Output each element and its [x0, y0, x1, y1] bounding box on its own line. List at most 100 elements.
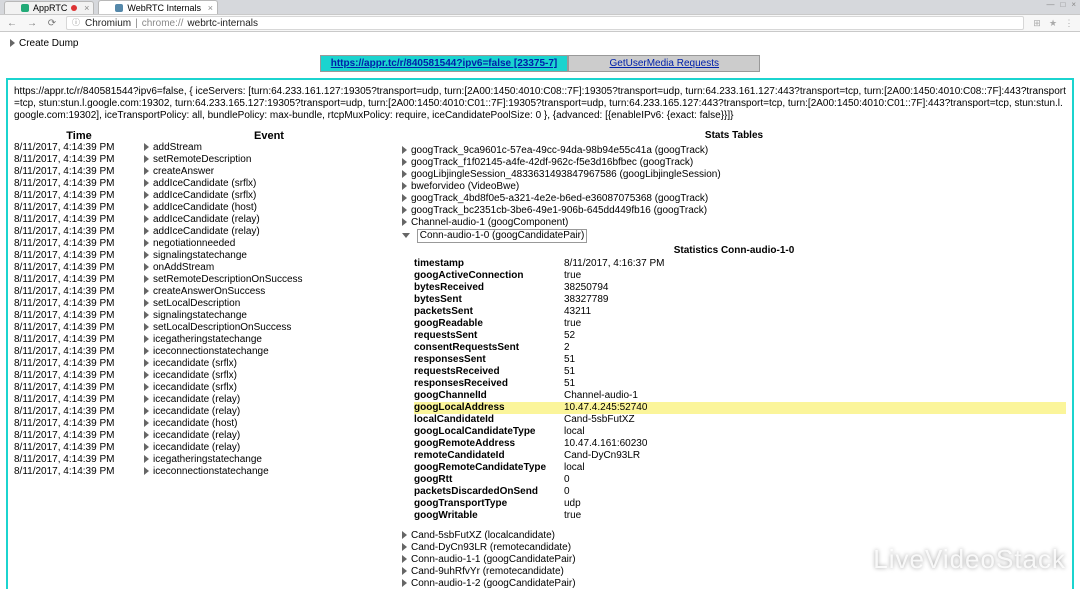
bookmark-icon[interactable]: ★ [1048, 18, 1058, 29]
stats-group[interactable]: googTrack_bc2351cb-3be6-49e1-906b-645dd4… [402, 205, 1066, 217]
getusermedia-tab[interactable]: GetUserMedia Requests [568, 55, 760, 72]
event-name: createAnswerOnSuccess [144, 286, 394, 298]
stats-value: 0 [564, 474, 1066, 486]
event-row[interactable]: 8/11/2017, 4:14:39 PMicegatheringstatech… [14, 454, 394, 466]
stats-kv-row: requestsReceived51 [414, 366, 1066, 378]
browser-tab-webrtc-internals[interactable]: WebRTC Internals × [98, 0, 218, 14]
triangle-right-icon [144, 143, 149, 151]
extension-icon[interactable]: ⊞ [1032, 18, 1042, 29]
create-dump-expander[interactable]: Create Dump [10, 38, 1074, 49]
event-time: 8/11/2017, 4:14:39 PM [14, 238, 144, 250]
stats-group[interactable]: googTrack_4bd8f0e5-a321-4e2e-b6ed-e36087… [402, 193, 1066, 205]
event-row[interactable]: 8/11/2017, 4:14:39 PMicecandidate (relay… [14, 406, 394, 418]
event-time: 8/11/2017, 4:14:39 PM [14, 142, 144, 154]
triangle-right-icon [144, 215, 149, 223]
stats-key: bytesSent [414, 294, 564, 306]
event-row[interactable]: 8/11/2017, 4:14:39 PMsetRemoteDescriptio… [14, 274, 394, 286]
triangle-right-icon [402, 543, 407, 551]
event-row[interactable]: 8/11/2017, 4:14:39 PMicegatheringstatech… [14, 334, 394, 346]
event-time: 8/11/2017, 4:14:39 PM [14, 190, 144, 202]
event-name: icecandidate (srflx) [144, 370, 394, 382]
event-name: setLocalDescriptionOnSuccess [144, 322, 394, 334]
stats-value: 38327789 [564, 294, 1066, 306]
event-row[interactable]: 8/11/2017, 4:14:39 PMaddIceCandidate (re… [14, 214, 394, 226]
stats-group[interactable]: googTrack_9ca9601c-57ea-49cc-94da-98b94e… [402, 145, 1066, 157]
reload-button[interactable]: ⟳ [46, 18, 58, 29]
event-time: 8/11/2017, 4:14:39 PM [14, 166, 144, 178]
event-row[interactable]: 8/11/2017, 4:14:39 PMonAddStream [14, 262, 394, 274]
stats-kv-row: packetsSent43211 [414, 306, 1066, 318]
event-row[interactable]: 8/11/2017, 4:14:39 PMsetRemoteDescriptio… [14, 154, 394, 166]
toolbar-right: ⊞ ★ ⋮ [1032, 18, 1074, 29]
triangle-right-icon [144, 467, 149, 475]
stats-value: 51 [564, 354, 1066, 366]
event-name: addIceCandidate (srflx) [144, 190, 394, 202]
event-row[interactable]: 8/11/2017, 4:14:39 PMsignalingstatechang… [14, 250, 394, 262]
stats-key: requestsSent [414, 330, 564, 342]
stats-kv-row: timestamp8/11/2017, 4:16:37 PM [414, 258, 1066, 270]
browser-tab-apprtc[interactable]: AppRTC × [4, 1, 94, 14]
event-row[interactable]: 8/11/2017, 4:14:39 PMcreateAnswer [14, 166, 394, 178]
event-row[interactable]: 8/11/2017, 4:14:39 PMaddIceCandidate (re… [14, 226, 394, 238]
tab-close-icon[interactable]: × [84, 3, 89, 13]
stats-kv-row: googChannelIdChannel-audio-1 [414, 390, 1066, 402]
stats-key: localCandidateId [414, 414, 564, 426]
stats-group[interactable]: Conn-audio-1-2 (googCandidatePair) [402, 578, 1066, 589]
event-row[interactable]: 8/11/2017, 4:14:39 PMsetLocalDescription… [14, 322, 394, 334]
event-row[interactable]: 8/11/2017, 4:14:39 PMicecandidate (host) [14, 418, 394, 430]
page-icon [115, 4, 123, 12]
event-time: 8/11/2017, 4:14:39 PM [14, 298, 144, 310]
address-bar[interactable]: ⓘ Chromium | chrome://webrtc-internals [66, 16, 1024, 30]
stats-group[interactable]: bweforvideo (VideoBwe) [402, 181, 1066, 193]
triangle-down-icon [402, 233, 410, 238]
stats-key: googReadable [414, 318, 564, 330]
stats-value: true [564, 318, 1066, 330]
event-time: 8/11/2017, 4:14:39 PM [14, 310, 144, 322]
event-row[interactable]: 8/11/2017, 4:14:39 PMcreateAnswerOnSucce… [14, 286, 394, 298]
event-row[interactable]: 8/11/2017, 4:14:39 PMicecandidate (relay… [14, 442, 394, 454]
stats-key: packetsSent [414, 306, 564, 318]
window-close-button[interactable]: × [1071, 0, 1076, 9]
stats-group[interactable]: Channel-audio-1 (googComponent) [402, 217, 1066, 229]
event-time: 8/11/2017, 4:14:39 PM [14, 250, 144, 262]
tab-title: WebRTC Internals [127, 3, 201, 13]
triangle-right-icon [402, 146, 407, 154]
event-row[interactable]: 8/11/2017, 4:14:39 PMsetLocalDescription [14, 298, 394, 310]
event-row[interactable]: 8/11/2017, 4:14:39 PMicecandidate (srflx… [14, 358, 394, 370]
stats-group[interactable]: googLibjingleSession_4833631493847967586… [402, 169, 1066, 181]
camera-icon [21, 4, 29, 12]
tab-close-icon[interactable]: × [208, 3, 213, 13]
menu-icon[interactable]: ⋮ [1064, 18, 1074, 29]
event-row[interactable]: 8/11/2017, 4:14:39 PMiceconnectionstatec… [14, 466, 394, 478]
stats-value: 51 [564, 378, 1066, 390]
stats-value: 51 [564, 366, 1066, 378]
peerconnection-tab-selected[interactable]: https://appr.tc/r/840581544?ipv6=false [… [320, 55, 569, 72]
back-button[interactable]: ← [6, 18, 18, 29]
event-time: 8/11/2017, 4:14:39 PM [14, 226, 144, 238]
event-row[interactable]: 8/11/2017, 4:14:39 PMicecandidate (relay… [14, 430, 394, 442]
stats-value: true [564, 510, 1066, 522]
forward-button[interactable]: → [26, 18, 38, 29]
event-row[interactable]: 8/11/2017, 4:14:39 PMicecandidate (srflx… [14, 382, 394, 394]
event-row[interactable]: 8/11/2017, 4:14:39 PMsignalingstatechang… [14, 310, 394, 322]
stats-group[interactable]: googTrack_f1f02145-a4fe-42df-962c-f5e3d1… [402, 157, 1066, 169]
event-row[interactable]: 8/11/2017, 4:14:39 PMaddIceCandidate (sr… [14, 190, 394, 202]
event-time: 8/11/2017, 4:14:39 PM [14, 214, 144, 226]
event-name: iceconnectionstatechange [144, 466, 394, 478]
event-row[interactable]: 8/11/2017, 4:14:39 PMaddStream [14, 142, 394, 154]
stats-group-expanded[interactable]: Conn-audio-1-0 (googCandidatePair) [402, 229, 1066, 243]
event-row[interactable]: 8/11/2017, 4:14:39 PMnegotiationneeded [14, 238, 394, 250]
triangle-right-icon [144, 239, 149, 247]
window-max-button[interactable]: □ [1060, 0, 1065, 9]
stats-kv-row: googRemoteCandidateTypelocal [414, 462, 1066, 474]
event-row[interactable]: 8/11/2017, 4:14:39 PMiceconnectionstatec… [14, 346, 394, 358]
stats-group[interactable]: Cand-5sbFutXZ (localcandidate) [402, 530, 1066, 542]
event-row[interactable]: 8/11/2017, 4:14:39 PMaddIceCandidate (ho… [14, 202, 394, 214]
stats-key: googRemoteAddress [414, 438, 564, 450]
window-min-button[interactable]: — [1046, 0, 1054, 9]
event-row[interactable]: 8/11/2017, 4:14:39 PMaddIceCandidate (sr… [14, 178, 394, 190]
event-row[interactable]: 8/11/2017, 4:14:39 PMicecandidate (relay… [14, 394, 394, 406]
triangle-right-icon [144, 323, 149, 331]
site-info-icon[interactable]: ⓘ [71, 18, 81, 28]
event-row[interactable]: 8/11/2017, 4:14:39 PMicecandidate (srflx… [14, 370, 394, 382]
